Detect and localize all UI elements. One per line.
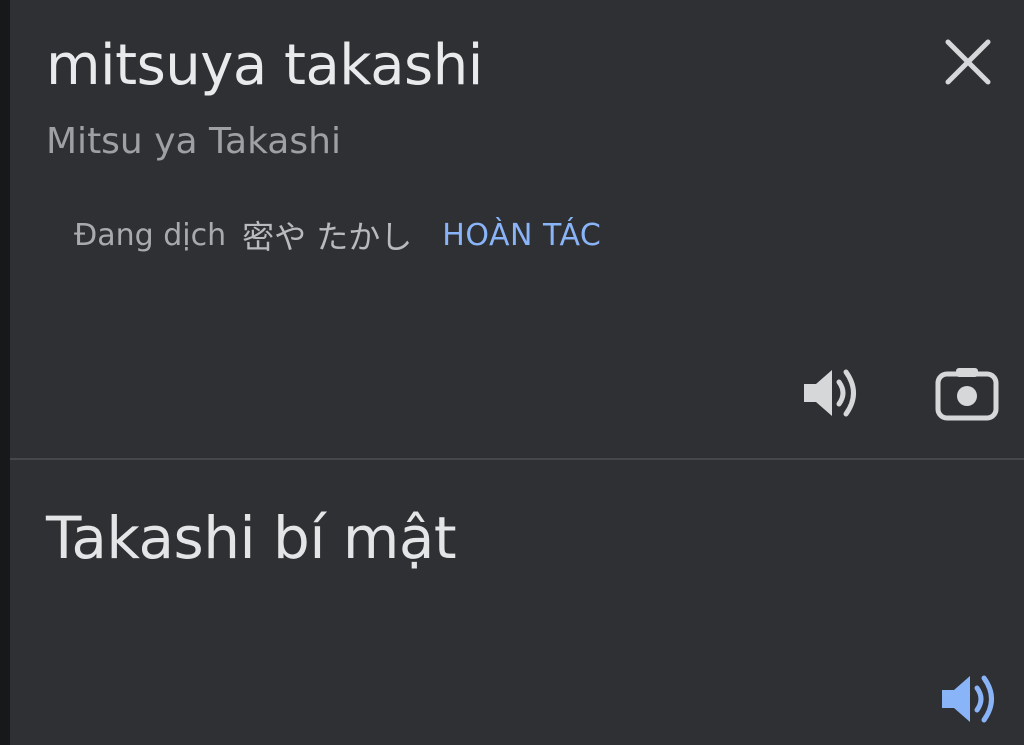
translate-card: mitsuya takashi Mitsu ya Takashi Đang dị… [10, 0, 1024, 745]
source-transliteration: Mitsu ya Takashi [46, 121, 341, 162]
speaker-icon [942, 675, 994, 723]
translating-notice: Đang dịch 密や たかし HOÀN TÁC [74, 212, 601, 258]
camera-icon [935, 368, 999, 421]
camera-button[interactable] [932, 362, 1002, 424]
left-edge [0, 0, 10, 745]
translating-label: Đang dịch [74, 217, 227, 253]
target-listen-button[interactable] [934, 666, 1006, 732]
section-divider [10, 458, 1024, 460]
source-input-text[interactable]: mitsuya takashi [46, 30, 483, 102]
source-listen-button[interactable] [796, 360, 866, 426]
undo-button[interactable]: HOÀN TÁC [442, 218, 601, 253]
translating-source-text: 密や たかし [242, 218, 413, 256]
speaker-icon [804, 369, 856, 417]
translation-output-text: Takashi bí mật [46, 504, 457, 572]
close-icon [945, 39, 991, 85]
close-button[interactable] [938, 32, 998, 92]
